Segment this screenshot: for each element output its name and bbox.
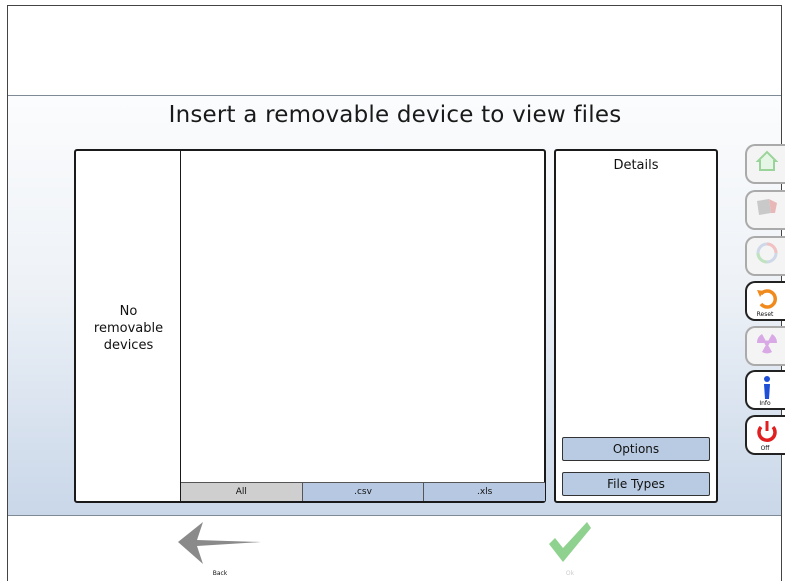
reset-button[interactable]: Reset bbox=[745, 281, 785, 321]
home-button[interactable] bbox=[745, 144, 785, 184]
file-filter-tabs: All .csv .xls bbox=[181, 482, 546, 501]
no-devices-message: No removable devices bbox=[93, 304, 164, 353]
ok-button[interactable]: Ok bbox=[545, 518, 595, 580]
radiation-button[interactable] bbox=[745, 326, 785, 366]
radiation-icon bbox=[756, 334, 778, 354]
color-wheel-icon bbox=[756, 242, 778, 264]
home-icon bbox=[755, 150, 779, 171]
file-list-panel[interactable]: All .csv .xls bbox=[180, 149, 546, 503]
options-button[interactable]: Options bbox=[562, 437, 710, 461]
info-button[interactable]: Info bbox=[745, 370, 785, 410]
reset-icon bbox=[757, 289, 777, 309]
details-panel: Details Options File Types bbox=[554, 149, 718, 503]
tab-xls[interactable]: .xls bbox=[423, 483, 546, 501]
info-icon bbox=[764, 376, 770, 399]
clear-button[interactable] bbox=[745, 190, 785, 230]
page-title: Insert a removable device to view files bbox=[168, 102, 622, 128]
devices-panel: No removable devices bbox=[74, 149, 182, 503]
tab-all[interactable]: All bbox=[181, 483, 302, 501]
tab-csv[interactable]: .csv bbox=[301, 483, 424, 501]
color-button[interactable] bbox=[745, 236, 785, 276]
eraser-icon bbox=[757, 199, 777, 215]
back-button[interactable]: Back bbox=[175, 520, 265, 578]
back-arrow-icon bbox=[178, 522, 261, 564]
off-button[interactable]: Off bbox=[745, 415, 785, 455]
details-title: Details bbox=[613, 158, 659, 173]
checkmark-icon bbox=[549, 522, 591, 562]
power-icon bbox=[757, 421, 777, 443]
file-types-button[interactable]: File Types bbox=[562, 472, 710, 496]
